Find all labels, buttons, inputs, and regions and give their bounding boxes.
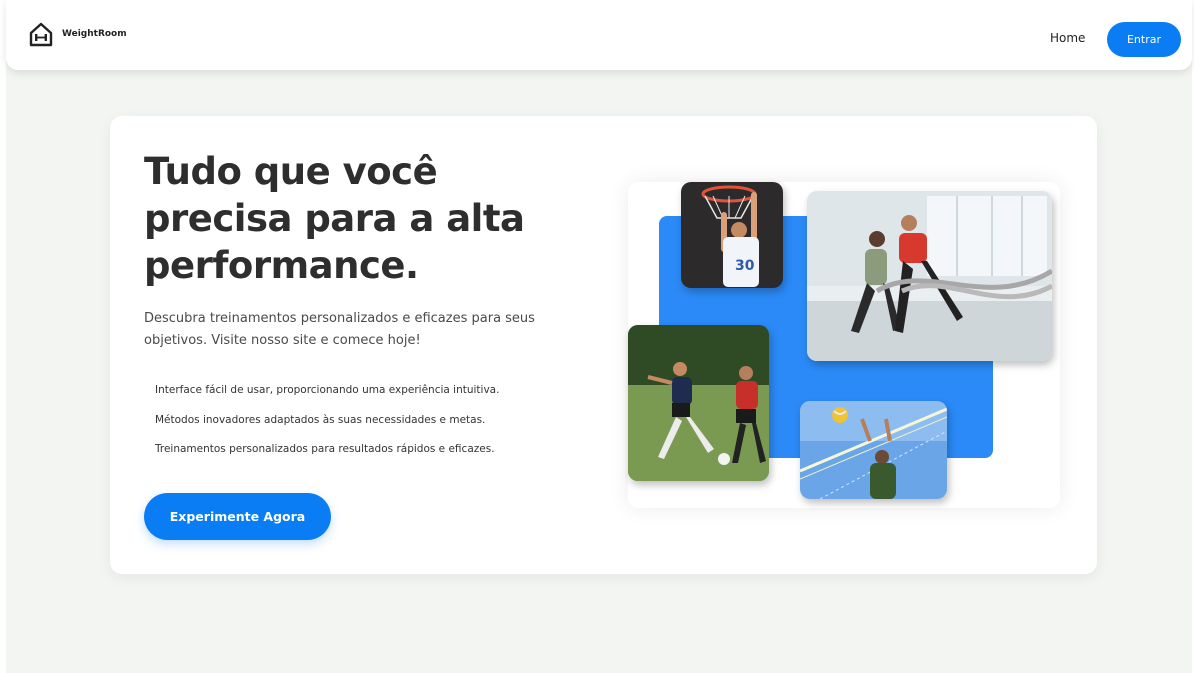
feature-list: Interface fácil de usar, proporcionando … (155, 381, 499, 470)
brand-name: WeightRoom (62, 29, 127, 39)
login-button[interactable]: Entrar (1107, 22, 1181, 57)
feature-item: Métodos inovadores adaptados às suas nec… (155, 413, 486, 426)
brand-logo[interactable]: WeightRoom (28, 21, 127, 47)
try-now-button[interactable]: Experimente Agora (144, 493, 331, 540)
basketball-photo: 30 (681, 182, 783, 288)
feature-item: Treinamentos personalizados para resulta… (155, 443, 495, 455)
soccer-photo (628, 325, 769, 481)
nav-link-home[interactable]: Home (1050, 31, 1085, 45)
dumbbell-house-icon (29, 22, 53, 47)
navbar: WeightRoom Home Entrar (6, 0, 1192, 70)
feature-item: Interface fácil de usar, proporcionando … (155, 384, 500, 396)
gym-battle-ropes-photo (807, 191, 1052, 361)
hero-title: Tudo que você precisa para a alta perfor… (144, 150, 525, 287)
volleyball-photo (800, 401, 947, 499)
hero-description: Descubra treinamentos personalizados e e… (144, 311, 535, 348)
svg-text:30: 30 (735, 258, 755, 274)
hero-card: Tudo que você precisa para a alta perfor… (110, 116, 1097, 574)
